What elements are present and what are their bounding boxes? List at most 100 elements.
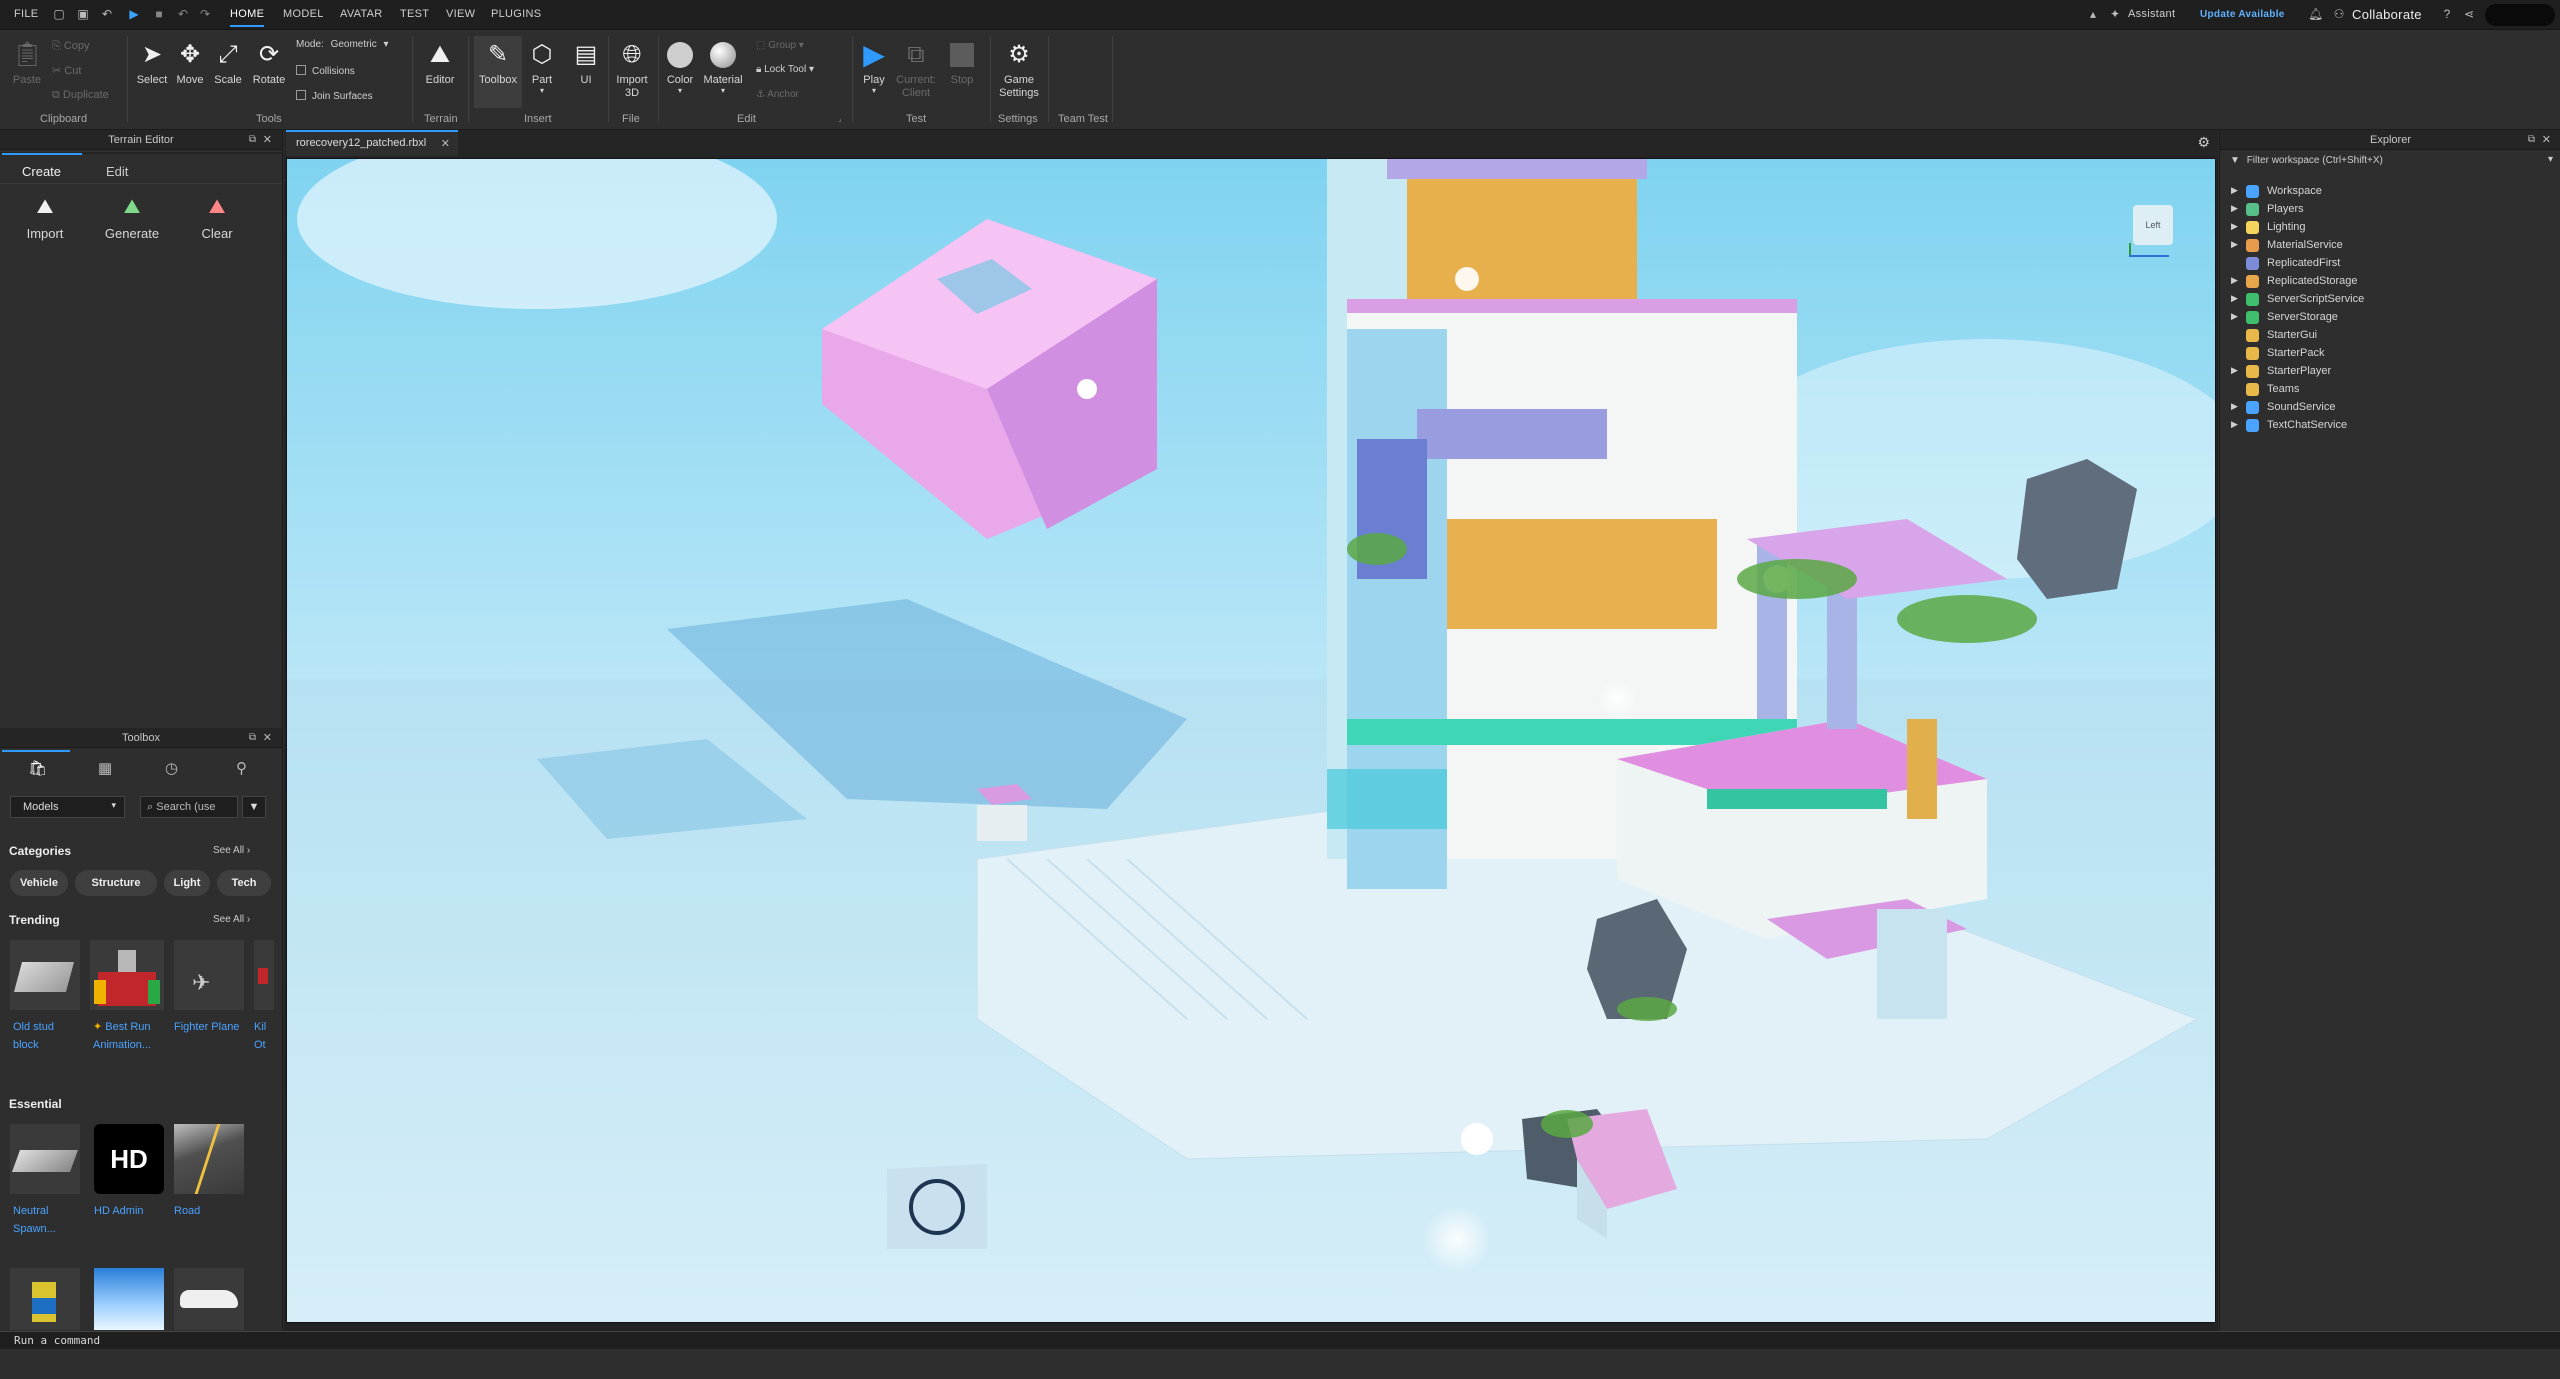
explorer-item[interactable]: ▶ Players: [2220, 201, 2560, 219]
asset-name[interactable]: Road: [174, 1202, 240, 1220]
bell-icon[interactable]: 🔔︎: [2308, 7, 2323, 21]
category-chip-vehicle[interactable]: Vehicle: [10, 870, 68, 896]
join-surfaces-toggle[interactable]: Join Surfaces: [296, 90, 373, 102]
asset-name[interactable]: ✦ Best Run Animation...: [93, 1018, 167, 1054]
tab-test[interactable]: TEST: [400, 8, 429, 20]
explorer-item[interactable]: ▶ MaterialService: [2220, 237, 2560, 255]
close-icon[interactable]: ✕: [263, 728, 272, 748]
explorer-item[interactable]: ▶ StarterPlayer: [2220, 363, 2560, 381]
select-button[interactable]: ➤ Select: [134, 40, 170, 86]
explorer-item[interactable]: ▶ Lighting: [2220, 219, 2560, 237]
new-file-icon[interactable]: ▢: [52, 7, 66, 21]
color-button[interactable]: Color ▾: [662, 40, 698, 95]
location-pin-icon[interactable]: ⚲: [236, 759, 247, 777]
explorer-item[interactable]: ▶ SoundService: [2220, 399, 2560, 417]
explorer-item[interactable]: ▶ ServerStorage: [2220, 309, 2560, 327]
asset-thumbnail[interactable]: ✈: [174, 940, 244, 1010]
explorer-filter-input[interactable]: ▼ Filter workspace (Ctrl+Shift+X) ▾: [2220, 152, 2560, 170]
undo-icon[interactable]: ↶: [176, 7, 190, 21]
file-menu[interactable]: FILE: [14, 8, 38, 20]
explorer-item[interactable]: ▶ ReplicatedStorage: [2220, 273, 2560, 291]
tab-avatar[interactable]: AVATAR: [340, 8, 383, 20]
terrain-editor-button[interactable]: ⛰ Editor: [418, 40, 462, 86]
undock-icon[interactable]: ⧉: [249, 728, 256, 748]
asset-name[interactable]: Neutral Spawn...: [13, 1202, 79, 1238]
paste-button[interactable]: 📋︎ Paste: [10, 40, 44, 86]
expand-arrow-icon[interactable]: ▶: [2231, 365, 2238, 376]
tab-edit[interactable]: Edit: [106, 164, 128, 179]
collisions-toggle[interactable]: Collisions: [296, 65, 355, 77]
expand-group-icon[interactable]: ⌟: [838, 114, 842, 123]
asset-name[interactable]: HD Admin: [94, 1202, 164, 1220]
3d-viewport[interactable]: Left: [286, 158, 2216, 1323]
explorer-item[interactable]: ▶ Workspace: [2220, 183, 2560, 201]
clock-icon[interactable]: ◷: [165, 759, 178, 777]
tab-model[interactable]: MODEL: [283, 8, 324, 20]
collaborate-button[interactable]: Collaborate: [2352, 7, 2422, 22]
shopping-bag-icon[interactable]: 🛍︎: [28, 759, 47, 777]
category-chip-light[interactable]: Light: [164, 870, 210, 896]
update-available-link[interactable]: Update Available: [2200, 9, 2285, 20]
command-input[interactable]: Run a command: [14, 1334, 100, 1347]
asset-thumbnail[interactable]: [90, 940, 164, 1010]
move-button[interactable]: ✥ Move: [172, 40, 208, 86]
save-icon[interactable]: ▣: [76, 7, 90, 21]
tab-create[interactable]: Create: [22, 164, 61, 179]
document-tab[interactable]: rorecovery12_patched.rbxl ✕: [286, 130, 458, 156]
part-button[interactable]: ⬡ Part ▾: [526, 40, 558, 95]
explorer-item[interactable]: StarterPack: [2220, 345, 2560, 363]
grid-icon[interactable]: ▦: [98, 759, 112, 777]
terrain-import-button[interactable]: ⛰ Import: [14, 192, 76, 241]
duplicate-button[interactable]: ⧉ Duplicate: [52, 89, 109, 102]
gear-icon[interactable]: ⚙: [2197, 134, 2210, 151]
anchor-button[interactable]: ⚓︎ Anchor: [756, 89, 799, 100]
asset-thumbnail[interactable]: [174, 1124, 244, 1194]
expand-arrow-icon[interactable]: ▶: [2231, 221, 2238, 232]
terrain-clear-button[interactable]: ⛰ Clear: [186, 192, 248, 241]
expand-arrow-icon[interactable]: ▶: [2231, 311, 2238, 322]
view-cube-face[interactable]: Left: [2133, 205, 2173, 245]
filter-button[interactable]: ▼: [242, 796, 266, 818]
user-avatar[interactable]: [2485, 4, 2555, 26]
scene-render[interactable]: [287, 159, 2216, 1323]
undock-icon[interactable]: ⧉: [2528, 130, 2535, 150]
explorer-item[interactable]: ReplicatedFirst: [2220, 255, 2560, 273]
tab-home[interactable]: HOME: [230, 8, 265, 27]
play-icon[interactable]: ▶: [127, 7, 141, 21]
categories-see-all[interactable]: See All ›: [213, 845, 250, 856]
search-input[interactable]: ⌕ Search (use: [140, 796, 238, 818]
close-icon[interactable]: ✕: [2542, 130, 2551, 150]
redo-icon[interactable]: ↷: [198, 7, 212, 21]
scale-button[interactable]: ⤢ Scale: [210, 40, 246, 86]
expand-arrow-icon[interactable]: ▶: [2231, 185, 2238, 196]
explorer-item[interactable]: StarterGui: [2220, 327, 2560, 345]
tab-plugins[interactable]: PLUGINS: [491, 8, 541, 20]
lock-tool-button[interactable]: 🔒︎ Lock Tool ▾: [756, 64, 814, 75]
terrain-generate-button[interactable]: ⛰ Generate: [96, 192, 168, 241]
explorer-item[interactable]: ▶ ServerScriptService: [2220, 291, 2560, 309]
asset-thumbnail[interactable]: [10, 940, 80, 1010]
copy-button[interactable]: ⎘ Copy: [52, 40, 90, 53]
view-cube[interactable]: Left: [2125, 199, 2181, 257]
expand-arrow-icon[interactable]: ▶: [2231, 203, 2238, 214]
expand-arrow-icon[interactable]: ▶: [2231, 239, 2238, 250]
expand-arrow-icon[interactable]: ▶: [2231, 293, 2238, 304]
game-settings-button[interactable]: ⚙ Game Settings: [994, 40, 1044, 100]
play-button[interactable]: ▶ Play ▾: [856, 40, 892, 96]
share-icon[interactable]: ⋖: [2462, 7, 2476, 21]
stop-button[interactable]: Stop: [944, 40, 980, 86]
hd-admin-logo[interactable]: HD: [94, 1124, 164, 1194]
mode-selector[interactable]: Mode: Geometric ▾: [296, 39, 389, 50]
command-bar[interactable]: Run a command: [0, 1331, 2560, 1349]
expand-arrow-icon[interactable]: ▶: [2231, 419, 2238, 430]
group-button[interactable]: ⬚ Group ▾: [756, 40, 804, 51]
close-icon[interactable]: ✕: [441, 137, 450, 150]
asset-name[interactable]: Old stud block: [13, 1018, 79, 1054]
expand-arrow-icon[interactable]: ▶: [2231, 401, 2238, 412]
asset-thumbnail[interactable]: [10, 1268, 80, 1330]
asset-thumbnail[interactable]: [10, 1124, 80, 1194]
undock-icon[interactable]: ⧉: [249, 130, 256, 150]
current-client-button[interactable]: ⧉ Current: Client: [893, 40, 939, 100]
rotate-button[interactable]: ⟳ Rotate: [249, 40, 289, 86]
cut-button[interactable]: ✂ Cut: [52, 64, 81, 77]
